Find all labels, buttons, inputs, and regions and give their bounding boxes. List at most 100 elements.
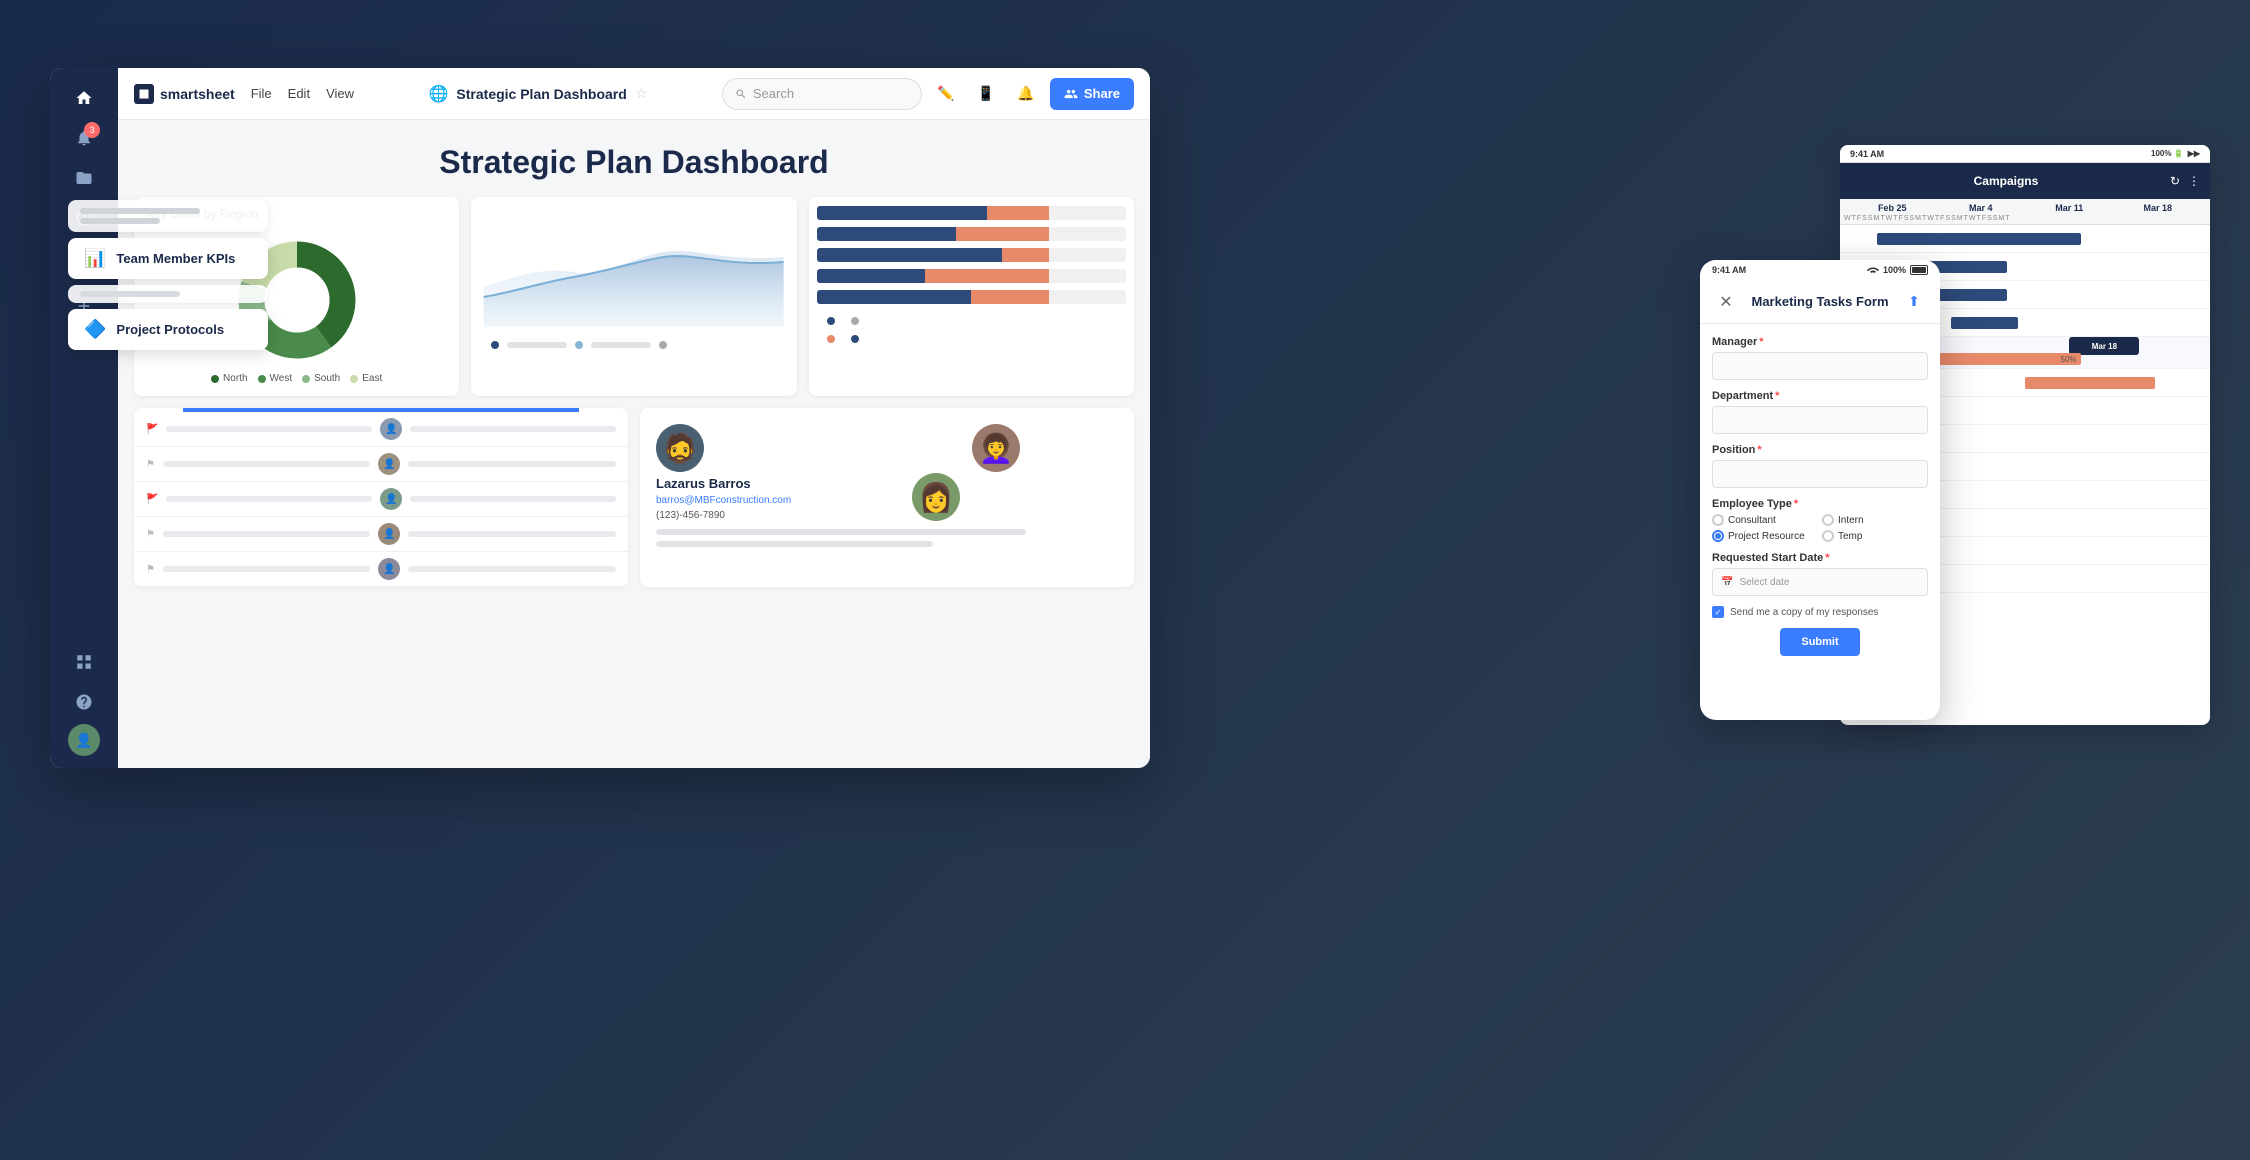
start-date-input[interactable]: 📅 Select date <box>1712 568 1928 596</box>
mobile-form: 9:41 AM 100% ✕ Marketing Tasks Form ⬆ Ma… <box>1700 260 1940 720</box>
wifi-icon <box>1867 266 1879 274</box>
mobile-statusbar: 9:41 AM 100% <box>1700 260 1940 280</box>
radio-consultant[interactable]: Consultant <box>1712 514 1818 526</box>
manager-input[interactable] <box>1712 352 1928 380</box>
row-avatar-2: 👤 <box>378 453 400 475</box>
position-label: Position * <box>1712 444 1928 456</box>
bar-row-3 <box>817 247 1126 262</box>
menu-edit[interactable]: Edit <box>288 86 310 101</box>
contact-phone-1: (123)-456-7890 <box>656 510 725 521</box>
radio-intern[interactable]: Intern <box>1822 514 1928 526</box>
protocols-label: Project Protocols <box>116 322 224 337</box>
logo-text: smartsheet <box>160 86 235 102</box>
menu-file[interactable]: File <box>251 86 272 101</box>
radio-project-resource-label: Project Resource <box>1728 531 1805 542</box>
scatter-dots <box>817 311 1126 349</box>
logo: smartsheet <box>134 84 235 104</box>
employee-type-radio-group: Consultant Intern Project Resource Temp <box>1712 514 1928 542</box>
screen-icon-btn[interactable]: 📱 <box>970 78 1002 110</box>
row-bar-2 <box>410 426 616 432</box>
start-date-label: Requested Start Date * <box>1712 552 1928 564</box>
manager-label: Manager * <box>1712 336 1928 348</box>
chart-line-1 <box>507 342 567 348</box>
search-bar[interactable]: Search <box>722 78 922 110</box>
copy-checkbox[interactable]: ✓ <box>1712 606 1724 618</box>
sidebar: 3 <box>50 68 118 768</box>
employee-type-label: Employee Type * <box>1712 498 1928 510</box>
doc-icon: 🌐 <box>429 84 449 104</box>
logo-icon <box>134 84 154 104</box>
scatter-row-1 <box>827 317 1116 325</box>
copy-checkbox-label: Send me a copy of my responses <box>1730 607 1878 618</box>
menu-view[interactable]: View <box>326 86 354 101</box>
calendar-icon: 📅 <box>1721 577 1733 588</box>
mobile-form-body: Manager * Department * Position * Employ… <box>1700 324 1940 720</box>
dropdown-item-kpi[interactable]: 📊 Team Member KPIs <box>68 238 268 279</box>
gantt-date-1: Feb 25 <box>1848 203 1937 213</box>
radio-project-resource[interactable]: Project Resource <box>1712 530 1818 542</box>
scatter-row-2 <box>827 335 1116 343</box>
sidebar-home-icon[interactable] <box>66 80 102 116</box>
radio-intern-circle <box>1822 514 1834 526</box>
gantt-reload-icon[interactable]: ↻ <box>2170 174 2180 188</box>
contact-item-3: 👩‍🦱 <box>972 424 1118 521</box>
bottom-row: 🚩 👤 ⚑ 👤 🚩 <box>118 408 1150 599</box>
copy-checkbox-row[interactable]: ✓ Send me a copy of my responses <box>1712 606 1928 618</box>
flag-gray-3: ⚑ <box>146 564 155 575</box>
topbar: smartsheet File Edit View 🌐 Strategic Pl… <box>118 68 1150 120</box>
row-avatar-5: 👤 <box>378 558 400 580</box>
table-row-1: 🚩 👤 <box>134 412 628 447</box>
share-icon[interactable]: ⬆ <box>1900 288 1928 316</box>
sidebar-avatar[interactable]: 👤 <box>68 724 100 756</box>
sidebar-grid-icon[interactable] <box>66 644 102 680</box>
position-required: * <box>1757 444 1761 456</box>
contact-line-2 <box>656 541 933 547</box>
star-icon[interactable]: ☆ <box>635 85 648 102</box>
flag-gray-2: ⚑ <box>146 529 155 540</box>
topbar-center: 🌐 Strategic Plan Dashboard ☆ <box>370 84 706 104</box>
bar-chart-card <box>809 197 1134 396</box>
sidebar-bell-icon[interactable]: 3 <box>66 120 102 156</box>
contact-item-1: 🧔 Lazarus Barros barros@MBFconstruction.… <box>656 424 802 521</box>
main-content: smartsheet File Edit View 🌐 Strategic Pl… <box>118 68 1150 768</box>
dropdown-item-protocols[interactable]: 🔷 Project Protocols <box>68 309 268 350</box>
submit-button[interactable]: Submit <box>1780 628 1860 656</box>
department-input[interactable] <box>1712 406 1928 434</box>
legend-south: South <box>302 373 340 384</box>
edit-icon-btn[interactable]: ✏️ <box>930 78 962 110</box>
department-label: Department * <box>1712 390 1928 402</box>
contact-name-1: Lazarus Barros <box>656 476 751 491</box>
bar-row-5 <box>817 290 1126 305</box>
radio-temp[interactable]: Temp <box>1822 530 1928 542</box>
flag-red-1: 🚩 <box>146 424 158 435</box>
mobile-close-button[interactable]: ✕ <box>1712 288 1740 316</box>
table-row-5: ⚑ 👤 <box>134 552 628 587</box>
topbar-right: Search ✏️ 📱 🔔 Share <box>722 78 1134 110</box>
mobile-form-header: ✕ Marketing Tasks Form ⬆ <box>1700 280 1940 324</box>
contact-item-2: 👩 <box>814 424 960 521</box>
bar-row-2 <box>817 226 1126 241</box>
row-bar-5 <box>166 496 372 502</box>
contact-grid: 🧔 Lazarus Barros barros@MBFconstruction.… <box>656 424 1118 521</box>
radio-consultant-label: Consultant <box>1728 515 1776 526</box>
chart-dot-1 <box>491 341 499 349</box>
notify-icon-btn[interactable]: 🔔 <box>1010 78 1042 110</box>
submit-label: Submit <box>1801 636 1838 648</box>
radio-intern-label: Intern <box>1838 515 1864 526</box>
position-input[interactable] <box>1712 460 1928 488</box>
row-bar-7 <box>163 531 371 537</box>
search-placeholder: Search <box>753 86 794 101</box>
contact-avatar-3: 👩‍🦱 <box>972 424 1020 472</box>
sidebar-help-icon[interactable] <box>66 684 102 720</box>
row-bar-1 <box>166 426 372 432</box>
contact-line-1 <box>656 529 1026 535</box>
sidebar-folder-icon[interactable] <box>66 160 102 196</box>
radio-temp-label: Temp <box>1838 531 1862 542</box>
gantt-more-icon[interactable]: ⋮ <box>2188 174 2200 188</box>
table-row-4: ⚑ 👤 <box>134 517 628 552</box>
bar-row-1 <box>817 205 1126 220</box>
row-bar-6 <box>410 496 616 502</box>
gantt-date-4: Mar 18 <box>2114 203 2203 213</box>
share-button[interactable]: Share <box>1050 78 1134 110</box>
gantt-battery: 100% 🔋 <box>2151 149 2184 158</box>
